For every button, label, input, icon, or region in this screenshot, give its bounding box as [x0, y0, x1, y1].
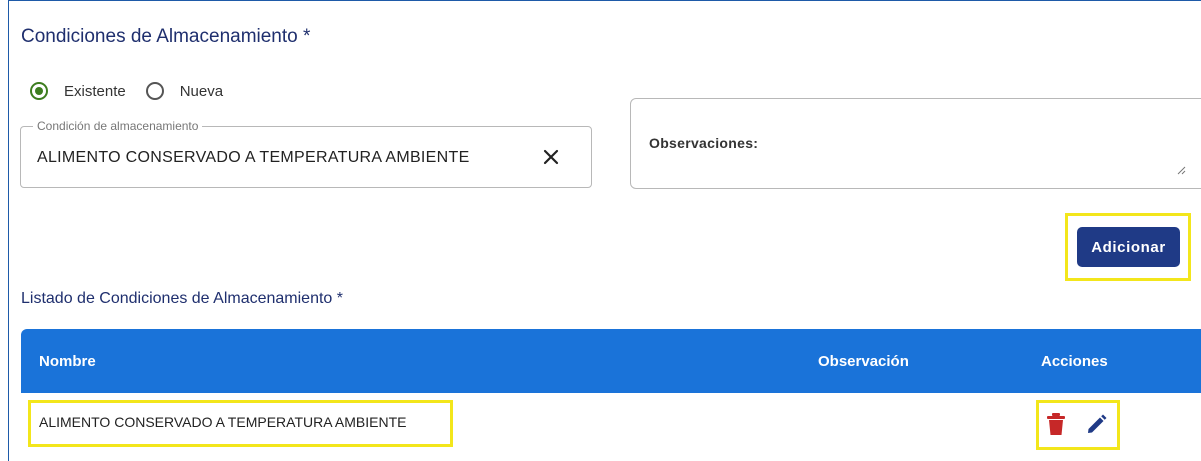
close-icon[interactable]	[541, 147, 561, 167]
observations-textarea[interactable]: Observaciones:	[630, 98, 1201, 189]
resize-handle-icon[interactable]	[1176, 165, 1186, 175]
radio-checked-icon[interactable]	[30, 82, 48, 100]
list-title: Listado de Condiciones de Almacenamiento…	[21, 290, 343, 307]
radio-label: Nueva	[179, 82, 224, 100]
field-value[interactable]: ALIMENTO CONSERVADO A TEMPERATURA AMBIEN…	[37, 149, 470, 167]
condition-type-radio-group: Existente Nueva	[30, 82, 243, 100]
field-legend: Condición de almacenamiento	[33, 119, 203, 133]
column-header-observacion[interactable]: Observación	[818, 353, 909, 370]
radio-nueva[interactable]: Nueva	[145, 82, 224, 100]
add-button[interactable]: Adicionar	[1077, 227, 1180, 267]
section-title: Condiciones de Almacenamiento *	[21, 26, 311, 47]
column-header-nombre[interactable]: Nombre	[39, 353, 96, 370]
radio-existente[interactable]: Existente	[30, 82, 126, 100]
column-header-acciones: Acciones	[1041, 353, 1108, 370]
delete-icon[interactable]	[1045, 412, 1067, 436]
table-cell-nombre: ALIMENTO CONSERVADO A TEMPERATURA AMBIEN…	[39, 414, 407, 430]
condition-select-field[interactable]: Condición de almacenamiento ALIMENTO CON…	[20, 119, 592, 188]
radio-label: Existente	[64, 82, 126, 100]
radio-unchecked-icon[interactable]	[145, 82, 164, 100]
table-header: Nombre Observación Acciones	[21, 329, 1201, 393]
observations-label: Observaciones:	[649, 135, 759, 151]
edit-icon[interactable]	[1085, 412, 1107, 436]
